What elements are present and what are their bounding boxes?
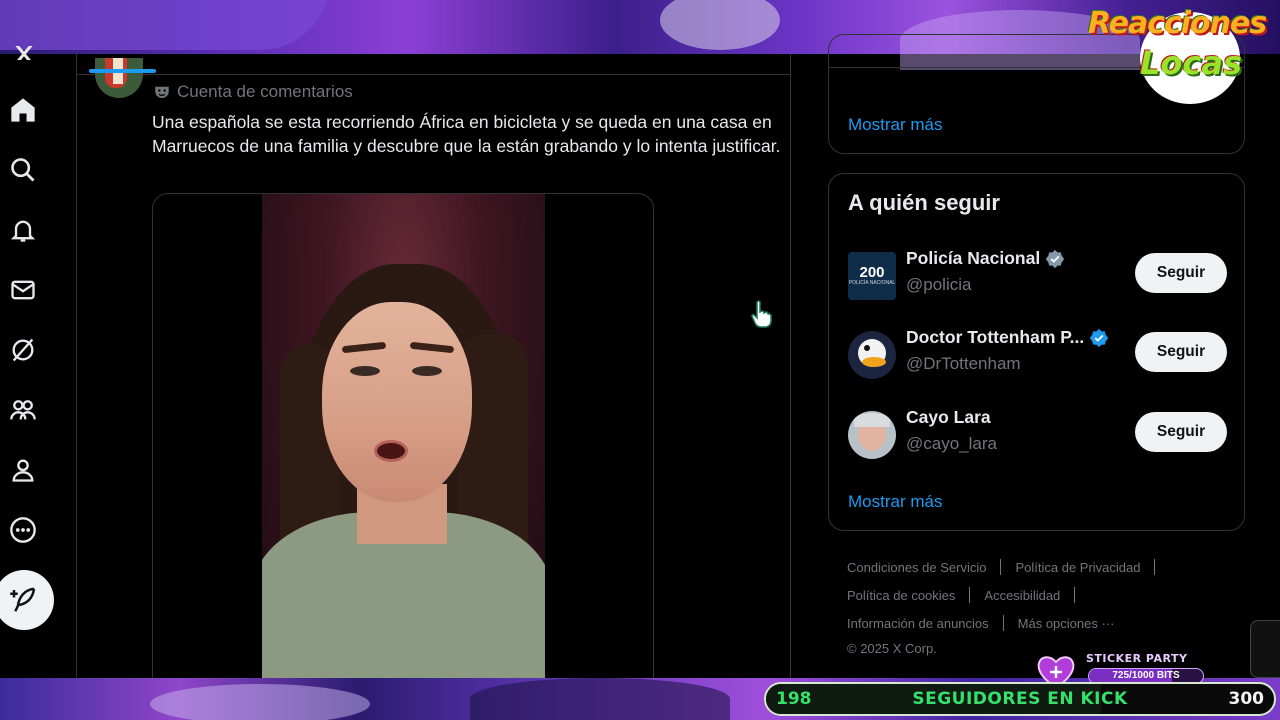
follow-suggestion[interactable]: Cayo Lara @cayo_lara Seguir	[829, 407, 1244, 463]
follow-button[interactable]: Seguir	[1135, 332, 1227, 372]
overlay-decoration	[0, 0, 330, 50]
copyright: © 2025 X Corp.	[847, 640, 937, 656]
show-more-link[interactable]: Mostrar más	[848, 492, 942, 512]
header-divider	[77, 74, 790, 75]
followers-goal: 300	[1228, 689, 1265, 709]
account-name[interactable]: Policía Nacional	[906, 248, 1065, 269]
show-more-link[interactable]: Mostrar más	[848, 115, 942, 135]
sticker-label: STICKER PARTY	[1086, 652, 1188, 665]
follow-button[interactable]: Seguir	[1135, 412, 1227, 452]
account-handle: @cayo_lara	[906, 434, 997, 453]
hand-cursor-icon	[750, 300, 772, 328]
channel-logo: Reacciones Locas	[1088, 4, 1278, 104]
column-divider	[790, 54, 791, 678]
account-handle: @policia	[906, 275, 972, 294]
verified-badge-icon	[1090, 328, 1109, 347]
avatar[interactable]: 200 POLICÍA NACIONAL	[848, 252, 896, 300]
overlay-decoration	[660, 0, 780, 50]
who-to-follow-title: A quién seguir	[848, 190, 1000, 215]
terms-link[interactable]: Condiciones de Servicio	[847, 560, 986, 575]
followers-title: SEGUIDORES EN KICK	[912, 689, 1128, 709]
follow-suggestion[interactable]: 200 POLICÍA NACIONAL Policía Nacional @p…	[829, 248, 1244, 304]
screen: Cuenta de comentarios Una española se es…	[0, 0, 1280, 720]
who-to-follow-card: A quién seguir 200 POLICÍA NACIONAL Poli…	[828, 173, 1245, 531]
verified-badge-icon	[1046, 249, 1065, 268]
avatar[interactable]	[848, 331, 896, 379]
left-navigation	[0, 46, 76, 678]
accessibility-link[interactable]: Accesibilidad	[984, 588, 1060, 603]
mask-icon	[155, 86, 169, 98]
avatar[interactable]	[848, 411, 896, 459]
follow-button[interactable]: Seguir	[1135, 253, 1227, 293]
avatar[interactable]	[95, 58, 143, 98]
account-name[interactable]: Doctor Tottenham P...	[906, 327, 1109, 348]
account-name[interactable]: Cayo Lara	[906, 407, 991, 428]
community-label[interactable]: Cuenta de comentarios	[153, 80, 353, 104]
bell-icon[interactable]	[7, 214, 39, 246]
tab-indicator	[89, 69, 156, 73]
video-player[interactable]	[152, 193, 654, 693]
mail-icon[interactable]	[7, 274, 39, 306]
more-options-link[interactable]: Más opciones ···	[1018, 616, 1115, 631]
feather-plus-icon	[10, 587, 36, 612]
follow-suggestion[interactable]: Doctor Tottenham P... @DrTottenham Segui…	[829, 327, 1244, 383]
ads-info-link[interactable]: Información de anuncios	[847, 616, 989, 631]
people-icon[interactable]	[7, 394, 39, 426]
grok-icon[interactable]	[7, 334, 39, 366]
person-icon[interactable]	[7, 454, 39, 486]
more-circle-icon[interactable]	[7, 514, 39, 546]
account-handle: @DrTottenham	[906, 354, 1021, 373]
cookies-link[interactable]: Política de cookies	[847, 588, 955, 603]
home-icon[interactable]	[7, 94, 39, 126]
video-frame	[262, 194, 545, 692]
followers-goal-bar: 198 SEGUIDORES EN KICK 300	[764, 682, 1276, 716]
x-logo-icon[interactable]	[10, 46, 38, 60]
search-icon[interactable]	[7, 154, 39, 186]
right-sidebar: Mostrar más A quién seguir 200 POLICÍA N…	[828, 34, 1246, 678]
tweet-detail: Cuenta de comentarios Una española se es…	[77, 54, 790, 693]
overlay-widget	[1250, 620, 1280, 678]
community-name: Cuenta de comentarios	[177, 82, 353, 101]
post-button[interactable]	[0, 570, 54, 630]
tweet-text: Una española se esta recorriendo África …	[152, 112, 781, 156]
privacy-link[interactable]: Política de Privacidad	[1015, 560, 1140, 575]
